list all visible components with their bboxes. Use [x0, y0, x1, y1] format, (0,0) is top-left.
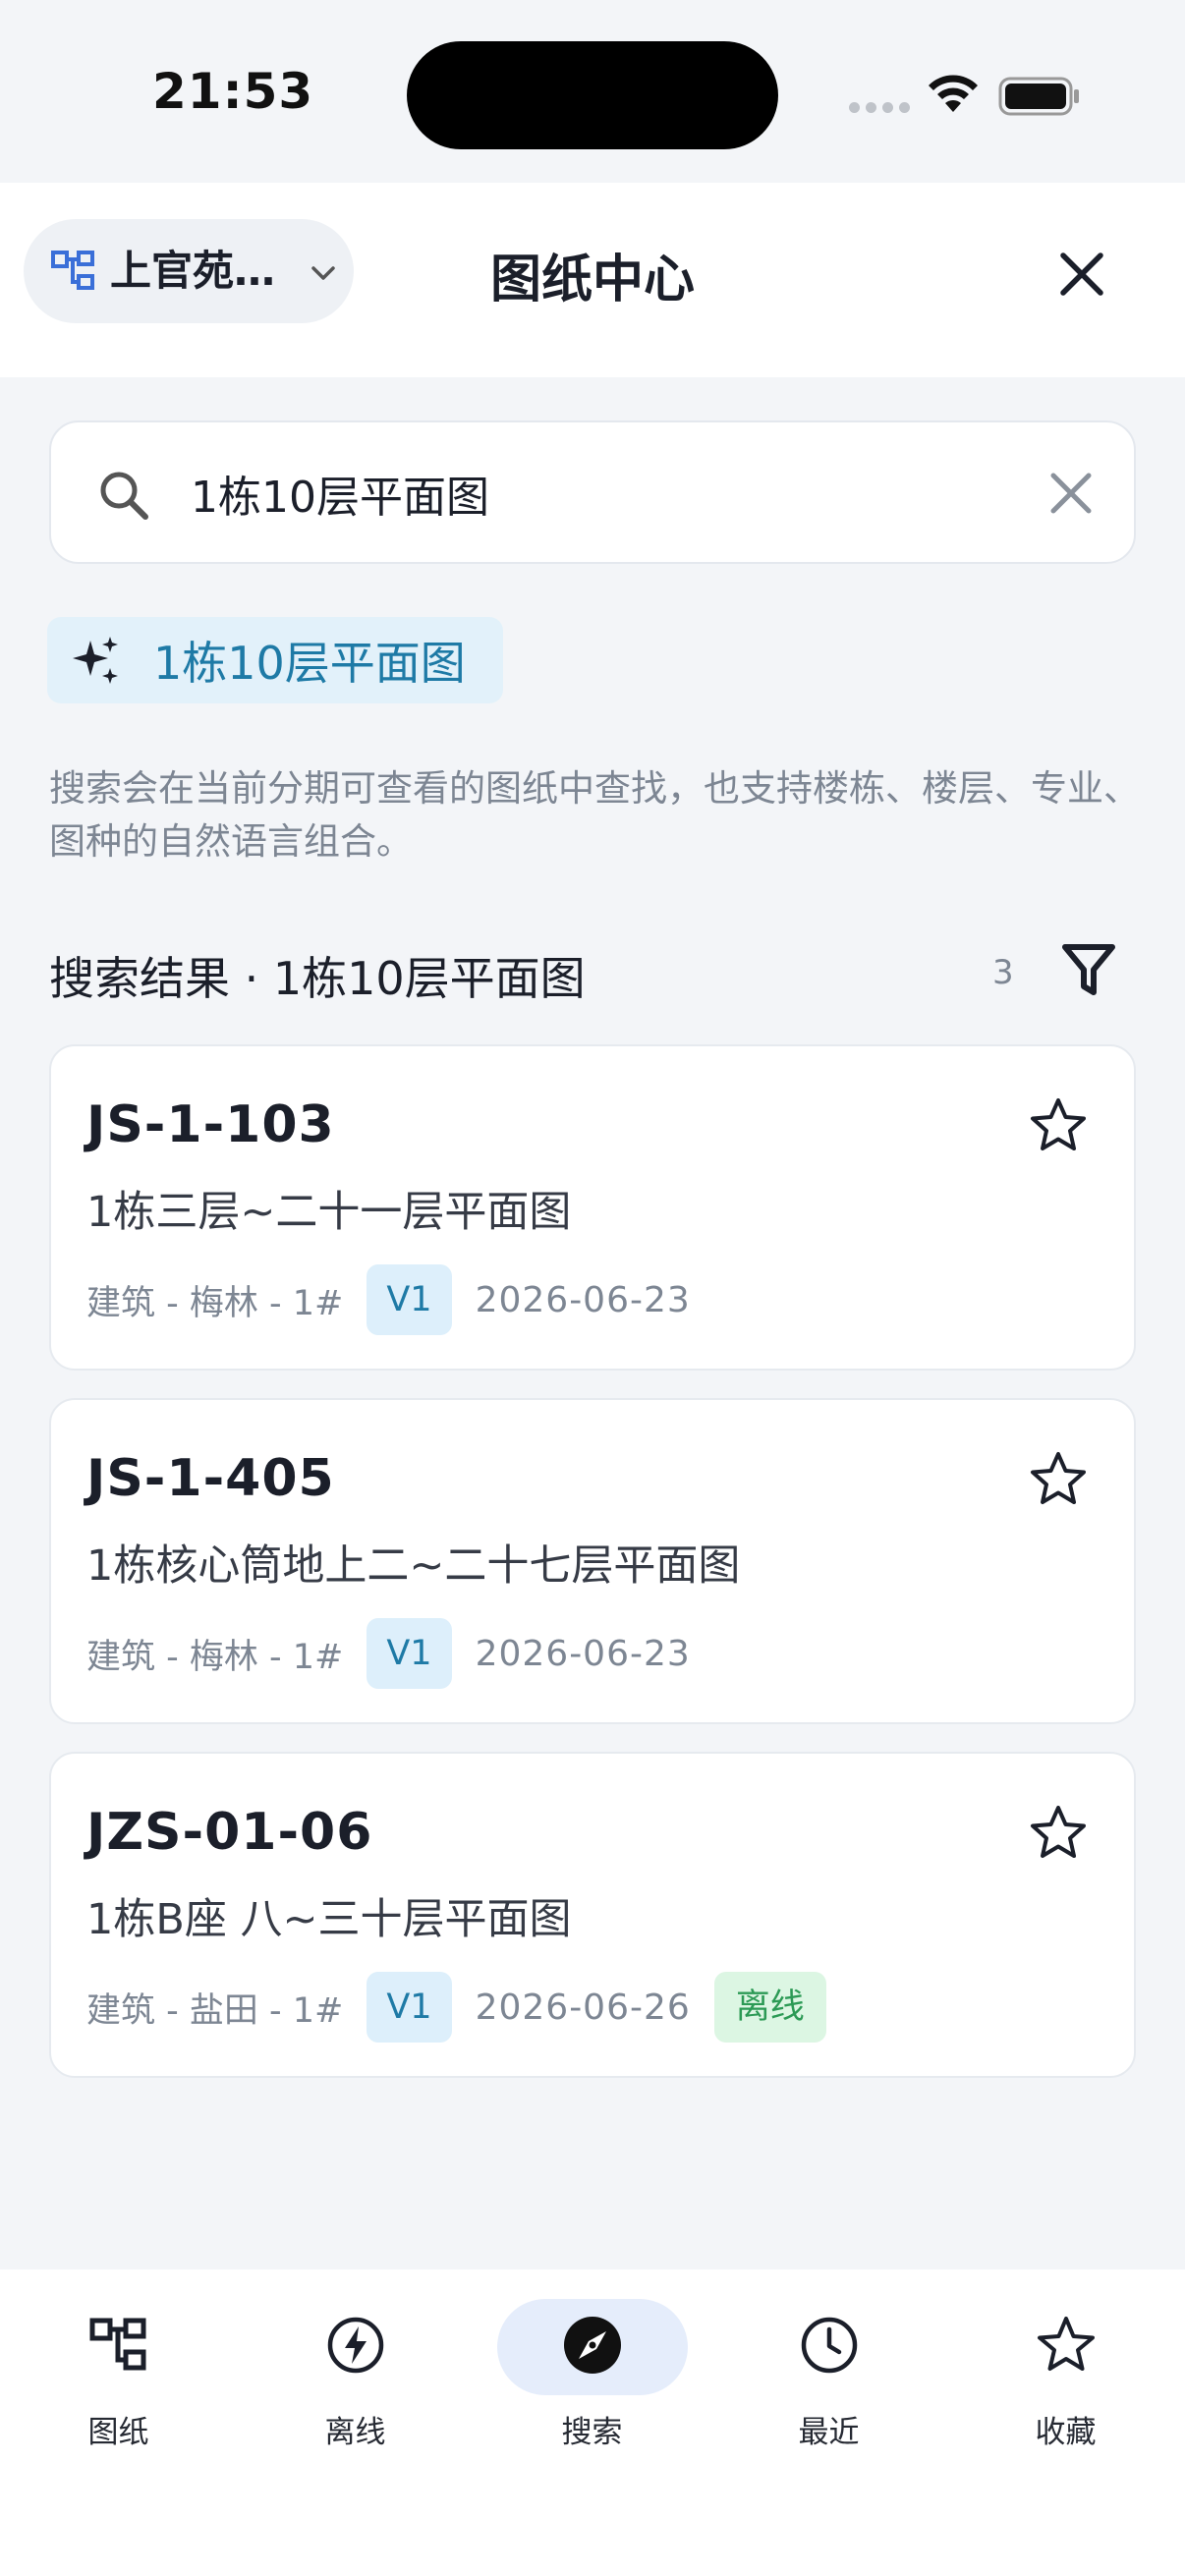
- app-header: 上官苑… 图纸中心: [0, 183, 1185, 377]
- wifi-icon: [929, 75, 978, 112]
- drawing-meta: 建筑 - 梅林 - 1# V1 2026-06-23: [86, 1264, 714, 1335]
- search-bar: [49, 420, 1136, 564]
- result-card[interactable]: JS-1-405 1栋核心筒地上二~二十七层平面图 建筑 - 梅林 - 1# V…: [49, 1398, 1136, 1724]
- tab-drawings[interactable]: 图纸: [0, 2269, 237, 2466]
- close-icon[interactable]: [1047, 240, 1116, 308]
- result-card[interactable]: JS-1-103 1栋三层~二十一层平面图 建筑 - 梅林 - 1# V1 20…: [49, 1044, 1136, 1371]
- sparkle-icon: [73, 637, 118, 684]
- suggestion-chip-label: 1栋10层平面图: [153, 637, 466, 690]
- ai-suggestion-chip[interactable]: 1栋10层平面图: [47, 617, 503, 703]
- offline-bolt-icon: [327, 2317, 384, 2374]
- result-card[interactable]: JZS-01-06 1栋B座 八~三十层平面图 建筑 - 盐田 - 1# V1 …: [49, 1752, 1136, 2078]
- dynamic-island: [407, 41, 778, 149]
- version-badge: V1: [367, 1618, 452, 1689]
- drawing-date: 2026-06-26: [475, 1987, 691, 2028]
- filter-icon[interactable]: [1061, 941, 1116, 998]
- tab-label: 图纸: [87, 2415, 149, 2450]
- tab-favorites[interactable]: 收藏: [947, 2269, 1184, 2466]
- results-count: 3: [992, 953, 1014, 992]
- compass-icon: [564, 2317, 621, 2374]
- clock-icon: [801, 2317, 858, 2374]
- bottom-tab-bar: 图纸 离线 搜索 最近 收藏: [0, 2269, 1185, 2576]
- drawing-date: 2026-06-23: [475, 1633, 691, 1674]
- drawing-code: JS-1-103: [86, 1095, 335, 1154]
- search-hint: 搜索会在当前分期可查看的图纸中查找，也支持楼栋、楼层、专业、图种的自然语言组合。: [49, 767, 1140, 863]
- search-icon: [100, 472, 148, 520]
- drawing-center-page: 21:53 上官苑… 图纸中心 1栋10层平面图 1栋10层平面图 搜索会在当前…: [0, 0, 1185, 2576]
- tab-label: 搜索: [561, 2415, 623, 2450]
- tab-label: 收藏: [1035, 2415, 1097, 2450]
- search-input[interactable]: [191, 456, 1016, 531]
- drawing-description: 1栋三层~二十一层平面图: [86, 1188, 572, 1237]
- tab-offline[interactable]: 离线: [237, 2269, 474, 2466]
- favorite-star-icon[interactable]: [1028, 1803, 1089, 1864]
- battery-icon: [998, 77, 1079, 116]
- cellular-signal-icon: [849, 102, 910, 113]
- drawing-description: 1栋B座 八~三十层平面图: [86, 1895, 572, 1944]
- status-time: 21:53: [152, 63, 314, 120]
- tab-recent[interactable]: 最近: [710, 2269, 947, 2466]
- offline-badge: 离线: [713, 1972, 826, 2043]
- star-icon: [1038, 2317, 1095, 2371]
- clear-search-icon[interactable]: [1044, 466, 1099, 521]
- drawing-date: 2026-06-23: [475, 1279, 691, 1320]
- tab-label: 最近: [798, 2415, 860, 2450]
- drawing-code: JZS-01-06: [86, 1803, 373, 1862]
- page-title: 图纸中心: [489, 251, 695, 309]
- tab-search[interactable]: 搜索: [474, 2269, 710, 2466]
- results-heading: 搜索结果 · 1栋10层平面图: [49, 952, 586, 1005]
- version-badge: V1: [367, 1264, 452, 1335]
- tab-label: 离线: [324, 2415, 386, 2450]
- drawing-meta: 建筑 - 盐田 - 1# V1 2026-06-26 离线: [86, 1972, 826, 2043]
- favorite-star-icon[interactable]: [1028, 1095, 1089, 1156]
- drawing-spec: 建筑 - 梅林 - 1#: [86, 1637, 344, 1677]
- status-bar: 21:53: [0, 0, 1185, 183]
- drawing-spec: 建筑 - 盐田 - 1#: [86, 1990, 344, 2031]
- drawing-meta: 建筑 - 梅林 - 1# V1 2026-06-23: [86, 1618, 714, 1689]
- version-badge: V1: [367, 1972, 452, 2043]
- drawing-code: JS-1-405: [86, 1449, 335, 1508]
- favorite-star-icon[interactable]: [1028, 1449, 1089, 1510]
- drawing-spec: 建筑 - 梅林 - 1#: [86, 1283, 344, 1323]
- blueprint-tree-icon: [89, 2318, 146, 2371]
- drawing-description: 1栋核心筒地上二~二十七层平面图: [86, 1541, 741, 1591]
